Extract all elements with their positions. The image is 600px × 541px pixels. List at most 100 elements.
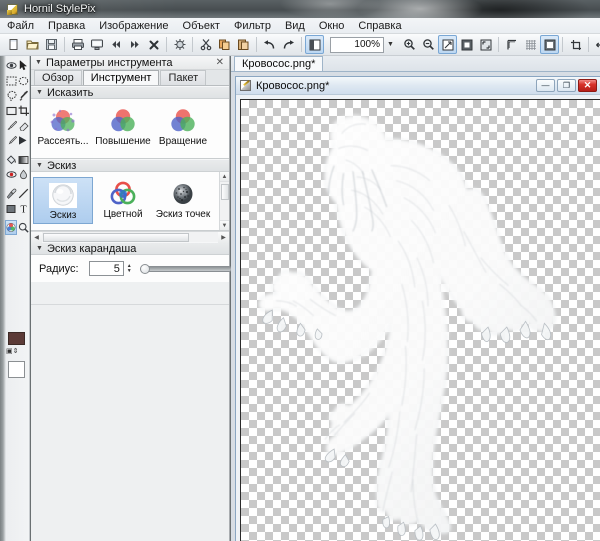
grid-button[interactable] (521, 35, 540, 54)
group-pencil-sketch-header[interactable]: ▼ Эскиз карандаша (31, 242, 229, 255)
maximize-icon[interactable]: ❐ (557, 79, 576, 92)
lasso-icon[interactable] (5, 88, 17, 103)
scroll-right-arrow[interactable]: ▶ (218, 232, 229, 243)
eyedropper-icon[interactable] (5, 186, 17, 201)
document-title-bar[interactable]: Кровосос.png* — ❐ ✕ (236, 77, 600, 95)
scroll-left-arrow[interactable]: ◀ (31, 232, 42, 243)
group-distort-header[interactable]: ▼ Исказить (31, 86, 229, 99)
panel-horizontal-scrollbar[interactable]: ◀ ▶ (31, 231, 229, 242)
stepper-down-arrow[interactable]: ▼ (127, 269, 132, 274)
scroll-thumb[interactable] (221, 184, 229, 200)
full-screen-button[interactable] (476, 35, 495, 54)
effects-button[interactable] (170, 35, 189, 54)
gradient-icon[interactable] (17, 152, 29, 167)
toolbox-row (5, 58, 30, 73)
save-file-button[interactable] (42, 35, 61, 54)
guides-button[interactable] (540, 35, 559, 54)
pencil-icon[interactable] (5, 133, 17, 148)
menu-object[interactable]: Объект (176, 18, 227, 34)
zoom-level-input[interactable]: 100% (330, 37, 384, 53)
venn-circles-icon (166, 106, 200, 136)
stamp-icon[interactable] (17, 133, 29, 148)
close-document-button[interactable] (144, 35, 163, 54)
image-canvas[interactable] (240, 99, 600, 541)
menu-edit[interactable]: Правка (41, 18, 92, 34)
rectangle-icon[interactable] (5, 103, 17, 118)
effect-rotate[interactable]: Вращение (153, 104, 213, 149)
eye-icon[interactable] (5, 58, 17, 73)
color-wheel-icon[interactable] (5, 220, 17, 235)
menu-file[interactable]: Файл (0, 18, 41, 34)
close-icon[interactable]: ✕ (216, 57, 229, 68)
panel-empty-area (31, 304, 229, 541)
radius-slider[interactable] (140, 262, 229, 276)
background-color-swatch[interactable] (8, 361, 25, 378)
scroll-up-arrow[interactable]: ▲ (220, 172, 229, 182)
paste-button[interactable] (234, 35, 253, 54)
scroll-thumb-horizontal[interactable] (43, 233, 189, 242)
fit-to-screen-button[interactable] (438, 35, 457, 54)
panel-vertical-scrollbar[interactable]: ▲ ▼ (219, 172, 229, 230)
effect-dot-sketch[interactable]: Эскиз точек (153, 177, 213, 222)
minimize-icon[interactable]: — (536, 79, 555, 92)
scroll-down-arrow[interactable]: ▼ (220, 220, 229, 230)
chevron-down-icon[interactable]: ▼ (384, 37, 397, 53)
move-arrow-icon[interactable] (17, 58, 29, 73)
cut-button[interactable] (196, 35, 215, 54)
blur-drop-icon[interactable] (17, 167, 29, 182)
group-sketch-body: Эскиз Цветной (31, 172, 229, 231)
copy-button[interactable] (215, 35, 234, 54)
menu-view[interactable]: Вид (278, 18, 312, 34)
effect-scatter[interactable]: Рассеять... (33, 104, 93, 149)
redo-button[interactable] (279, 35, 298, 54)
document-tab[interactable]: Кровосос.png* (234, 56, 323, 71)
chevron-down-icon[interactable]: ▼ (35, 59, 42, 66)
toggle-panel-button[interactable] (305, 35, 324, 54)
menu-image[interactable]: Изображение (92, 18, 175, 34)
group-sketch-header[interactable]: ▼ Эскиз (31, 159, 229, 172)
text-t-icon[interactable]: T (17, 201, 29, 216)
brush-icon[interactable] (5, 118, 17, 133)
crop-button[interactable] (566, 35, 585, 54)
menu-window[interactable]: Окно (312, 18, 352, 34)
filled-square-icon[interactable] (5, 201, 17, 216)
main-toolbar: 100% ▼ (0, 34, 600, 56)
actual-size-button[interactable] (457, 35, 476, 54)
menu-help[interactable]: Справка (351, 18, 408, 34)
eraser-icon[interactable] (17, 118, 29, 133)
undo-button[interactable] (260, 35, 279, 54)
slider-track (140, 266, 232, 272)
effect-enhance[interactable]: Повышение (93, 104, 153, 149)
new-document-button[interactable] (4, 35, 23, 54)
radius-stepper[interactable]: ▲ ▼ (124, 261, 135, 276)
close-icon[interactable]: ✕ (578, 79, 597, 92)
dashed-rectangle-icon[interactable] (5, 73, 17, 88)
open-file-button[interactable] (23, 35, 42, 54)
red-eye-icon[interactable] (5, 167, 17, 182)
zoom-in-button[interactable] (400, 35, 419, 54)
effect-sketch[interactable]: Эскиз (33, 177, 93, 224)
print-button[interactable] (68, 35, 87, 54)
flip-horizontal-button[interactable] (592, 35, 600, 54)
line-icon[interactable] (17, 186, 29, 201)
dashed-ellipse-icon[interactable] (17, 73, 29, 88)
screen-capture-button[interactable] (87, 35, 106, 54)
previous-button[interactable] (106, 35, 125, 54)
tab-batch[interactable]: Пакет (160, 70, 206, 85)
radius-input[interactable]: 5 (89, 261, 124, 276)
zoom-out-button[interactable] (419, 35, 438, 54)
slider-knob[interactable] (140, 264, 150, 274)
menu-filter[interactable]: Фильтр (227, 18, 278, 34)
effect-color-sketch[interactable]: Цветной (93, 177, 153, 222)
swap-colors-icon[interactable]: ▣⇕ (6, 347, 18, 355)
magnifier-icon[interactable] (17, 220, 29, 235)
title-bar[interactable]: Hornil StylePix (0, 0, 600, 18)
next-button[interactable] (125, 35, 144, 54)
magic-wand-icon[interactable] (17, 88, 29, 103)
tab-overview[interactable]: Обзор (34, 70, 82, 85)
rulers-button[interactable] (502, 35, 521, 54)
crop-icon[interactable] (17, 103, 29, 118)
paint-bucket-icon[interactable] (5, 152, 17, 167)
tab-tool[interactable]: Инструмент (83, 70, 160, 85)
foreground-color-swatch[interactable] (8, 332, 25, 345)
